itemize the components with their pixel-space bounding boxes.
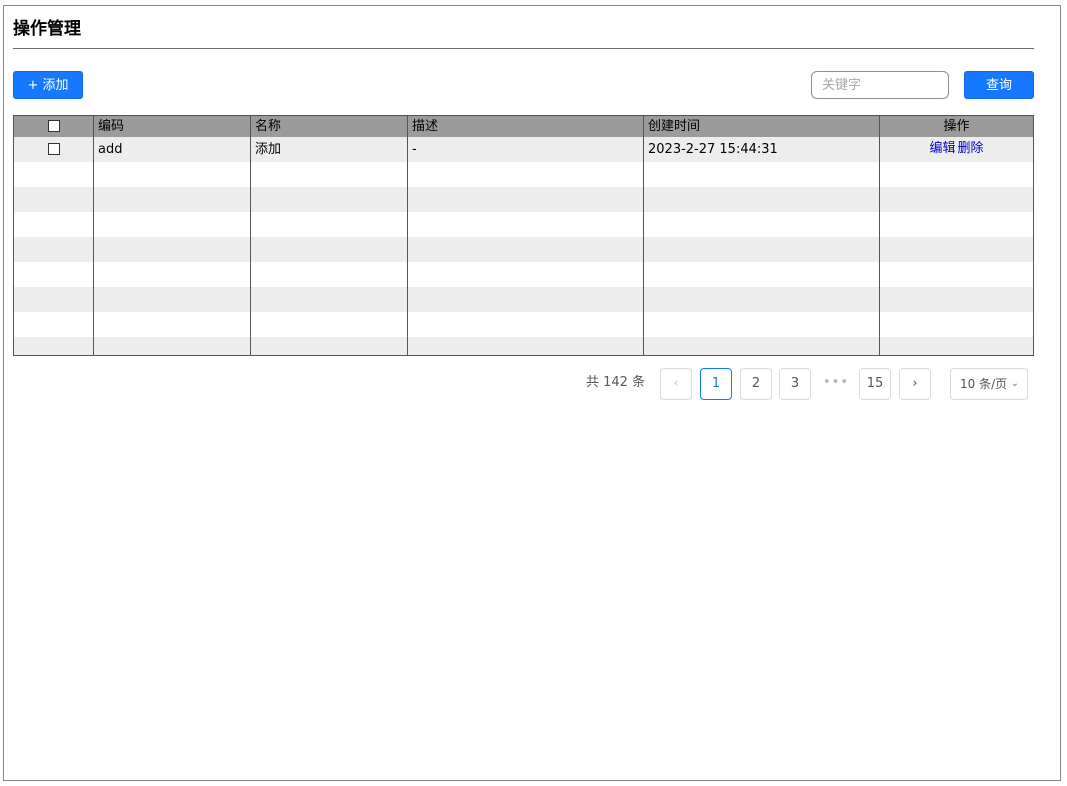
prev-page-button[interactable]: ‹ [660, 368, 692, 400]
select-all-checkbox[interactable] [47, 119, 60, 132]
cell-description: - [408, 137, 644, 162]
empty-cell [251, 337, 408, 355]
empty-cell [94, 237, 251, 262]
title-divider [13, 48, 1034, 49]
edit-link[interactable]: 编辑 [929, 141, 955, 156]
empty-cell [880, 187, 1033, 212]
empty-cell [408, 187, 644, 212]
column-header-description: 描述 [408, 116, 644, 137]
empty-cell [14, 212, 94, 237]
empty-cell [880, 337, 1033, 355]
empty-table-row [14, 187, 1033, 212]
empty-cell [14, 287, 94, 312]
row-checkbox[interactable] [47, 142, 60, 155]
empty-table-row [14, 162, 1033, 187]
empty-cell [644, 187, 880, 212]
empty-cell [408, 287, 644, 312]
empty-cell [880, 312, 1033, 337]
page-size-label: 10 条/页 [960, 377, 1008, 391]
empty-cell [251, 262, 408, 287]
empty-cell [14, 187, 94, 212]
empty-cell [14, 337, 94, 355]
empty-cell [14, 237, 94, 262]
chevron-left-icon: ‹ [673, 376, 679, 391]
cell-created-at: 2023-2-27 15:44:31 [644, 137, 880, 162]
page-button-2[interactable]: 2 [740, 368, 772, 400]
empty-cell [251, 287, 408, 312]
add-button[interactable]: + 添加 [13, 71, 83, 99]
empty-cell [644, 237, 880, 262]
empty-cell [880, 287, 1033, 312]
next-page-button[interactable]: › [899, 368, 931, 400]
empty-cell [14, 162, 94, 187]
empty-cell [251, 237, 408, 262]
empty-cell [880, 162, 1033, 187]
column-header-created-at: 创建时间 [644, 116, 880, 137]
empty-cell [94, 262, 251, 287]
empty-cell [251, 312, 408, 337]
page-button-1[interactable]: 1 [700, 368, 732, 400]
empty-cell [644, 337, 880, 355]
empty-cell [14, 312, 94, 337]
table-header-row: 编码 名称 描述 创建时间 操作 [14, 116, 1033, 137]
empty-table-row [14, 312, 1033, 337]
empty-cell [408, 162, 644, 187]
empty-cell [251, 212, 408, 237]
empty-cell [644, 287, 880, 312]
query-button[interactable]: 查询 [964, 71, 1034, 99]
empty-cell [408, 337, 644, 355]
chevron-right-icon: › [912, 376, 918, 391]
data-table: 编码 名称 描述 创建时间 操作 add 添加 - 2023-2-27 15:4… [13, 115, 1034, 356]
empty-table-row [14, 237, 1033, 262]
row-select-cell [14, 137, 94, 162]
page-size-select[interactable]: 10 条/页 ⌄ [950, 368, 1028, 400]
pagination-total: 共 142 条 [586, 375, 646, 390]
keyword-search-input[interactable] [811, 71, 949, 99]
empty-cell [94, 187, 251, 212]
page-ellipsis[interactable]: ••• [820, 368, 852, 400]
empty-table-row [14, 337, 1033, 355]
empty-cell [94, 162, 251, 187]
delete-link[interactable]: 删除 [958, 141, 984, 156]
empty-cell [251, 187, 408, 212]
empty-cell [251, 162, 408, 187]
empty-cell [880, 212, 1033, 237]
column-header-actions: 操作 [943, 119, 970, 134]
table-row: add 添加 - 2023-2-27 15:44:31 编辑 删除 [14, 137, 1033, 162]
header-select-cell [14, 116, 94, 137]
column-header-name: 名称 [251, 116, 408, 137]
chevron-down-icon: ⌄ [1010, 378, 1019, 389]
column-header-code: 编码 [94, 116, 251, 137]
page-title: 操作管理 [13, 19, 81, 39]
empty-cell [94, 312, 251, 337]
cell-code: add [94, 137, 251, 162]
empty-table-row [14, 212, 1033, 237]
empty-cell [644, 312, 880, 337]
empty-table-row [14, 262, 1033, 287]
cell-name: 添加 [251, 137, 408, 162]
empty-cell [14, 262, 94, 287]
empty-cell [94, 212, 251, 237]
empty-cell [94, 287, 251, 312]
empty-cell [408, 262, 644, 287]
empty-cell [408, 237, 644, 262]
empty-cell [880, 237, 1033, 262]
page-button-3[interactable]: 3 [779, 368, 811, 400]
empty-cell [94, 337, 251, 355]
empty-table-row [14, 287, 1033, 312]
empty-cell [408, 312, 644, 337]
page-button-last[interactable]: 15 [859, 368, 891, 400]
cell-actions: 编辑 删除 [880, 137, 1033, 162]
empty-cell [408, 212, 644, 237]
empty-cell [644, 262, 880, 287]
empty-cell [644, 162, 880, 187]
empty-cell [880, 262, 1033, 287]
empty-cell [644, 212, 880, 237]
